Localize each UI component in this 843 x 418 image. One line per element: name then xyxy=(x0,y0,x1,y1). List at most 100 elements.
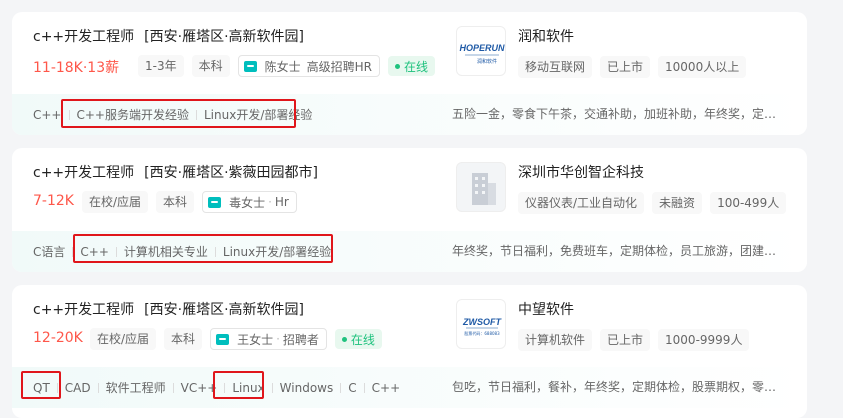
industry-tag: 移动互联网 xyxy=(518,56,593,78)
skill-tags: C++ C++服务端开发经验 Linux开发/部署经验 xyxy=(33,94,312,135)
skill-tag: C xyxy=(348,380,357,395)
skill-tag: VC++ xyxy=(180,380,218,395)
skill-tag: 计算机相关专业 xyxy=(123,245,208,259)
skill-tag: C++ xyxy=(80,244,109,259)
job-title[interactable]: c++开发工程师 xyxy=(33,29,134,45)
hr-separator: · xyxy=(268,195,272,209)
skill-tag: QT xyxy=(33,380,50,395)
divider xyxy=(271,382,273,393)
industry-tag: 仪器仪表/工业自动化 xyxy=(518,192,645,214)
job-tags: 在校/应届 本科 毒女士 · Hr xyxy=(82,191,297,213)
skill-tag: 软件工程师 xyxy=(105,381,166,395)
job-card[interactable]: c++开发工程师 [西安·雁塔区·紫薇田园都市] 7-12K 在校/应届 本科 毒… xyxy=(12,148,807,272)
experience-tag: 在校/应届 xyxy=(82,191,149,213)
size-tag: 100-499人 xyxy=(710,192,787,214)
company-name[interactable]: 润和软件 xyxy=(518,26,574,46)
divider xyxy=(214,246,216,257)
job-area: [西安·雁塔区·高新软件园] xyxy=(144,29,304,45)
skill-tags: C语言 C++ 计算机相关专业 Linux开发/部署经验 xyxy=(33,231,331,272)
hr-title: Hr xyxy=(274,195,289,209)
salary: 11-18K·13薪 xyxy=(33,60,120,76)
salary: 7-12K xyxy=(33,193,74,209)
skill-tag: C++服务端开发经验 xyxy=(76,108,190,122)
divider xyxy=(56,382,58,393)
company-logo[interactable] xyxy=(456,162,506,212)
benefits: 年终奖，节日福利，免费班车，定期体检，员工旅游，团建… xyxy=(452,244,777,258)
skill-tags: QT CAD 软件工程师 VC++ Linux Windows C C++ xyxy=(33,367,400,408)
skill-tag: C语言 xyxy=(33,245,66,259)
online-dot-icon xyxy=(341,336,347,342)
chat-bubble-icon xyxy=(216,333,230,345)
hr-contact[interactable]: 王女士 · 招聘者 xyxy=(210,328,327,350)
financing-tag: 已上市 xyxy=(600,329,651,351)
job-card-header: c++开发工程师 [西安·雁塔区·高新软件园] 11-18K·13薪 1-3年 本… xyxy=(12,12,807,94)
job-area: [西安·雁塔区·紫薇田园都市] xyxy=(144,165,318,181)
job-title-row[interactable]: c++开发工程师 [西安·雁塔区·紫薇田园都市] xyxy=(33,162,318,182)
job-card[interactable]: c++开发工程师 [西安·雁塔区·高新软件园] 11-18K·13薪 1-3年 本… xyxy=(12,12,807,135)
job-title[interactable]: c++开发工程师 xyxy=(33,302,134,318)
hr-contact[interactable]: 陈女士 高级招聘HR xyxy=(237,55,381,77)
degree-tag: 本科 xyxy=(156,191,195,213)
skill-tag: C++ xyxy=(371,380,401,395)
divider xyxy=(68,109,70,120)
job-title-row[interactable]: c++开发工程师 [西安·雁塔区·高新软件园] xyxy=(33,26,304,46)
skill-tag: Linux开发/部署经验 xyxy=(222,245,332,259)
job-card-footer: C++ C++服务端开发经验 Linux开发/部署经验 五险一金，零食下午茶，交… xyxy=(12,94,807,135)
divider xyxy=(363,382,365,393)
benefits: 五险一金，零食下午茶，交通补助，加班补助，年终奖，定… xyxy=(452,107,777,121)
chat-bubble-icon xyxy=(243,60,257,72)
hr-name: 毒女士 xyxy=(229,195,266,210)
job-title[interactable]: c++开发工程师 xyxy=(33,165,134,181)
skill-tag: Linux xyxy=(232,380,265,395)
divider xyxy=(97,382,99,393)
hr-title: 高级招聘HR xyxy=(306,59,373,74)
company-logo[interactable]: HOPERUN 润和软件 xyxy=(456,26,506,76)
skill-tag: C++ xyxy=(33,107,62,122)
zwsoft-logo-icon: ZWSOFT 股票代码：688083 xyxy=(462,317,502,336)
online-badge: 在线 xyxy=(334,329,382,349)
online-dot-icon xyxy=(395,63,401,69)
online-label: 在线 xyxy=(350,332,375,347)
job-tags: 在校/应届 本科 王女士 · 招聘者 在线 xyxy=(90,328,382,350)
svg-text:股票代码：688083: 股票代码：688083 xyxy=(464,330,500,336)
divider xyxy=(196,109,197,120)
job-tags: 1-3年 本科 陈女士 高级招聘HR 在线 xyxy=(138,55,436,77)
online-label: 在线 xyxy=(404,59,429,74)
divider xyxy=(115,246,117,257)
degree-tag: 本科 xyxy=(191,55,230,77)
hoperun-logo-icon: HOPERUN 润和软件 xyxy=(459,43,505,65)
experience-tag: 1-3年 xyxy=(138,55,184,77)
size-tag: 10000人以上 xyxy=(658,56,747,78)
company-logo[interactable]: ZWSOFT 股票代码：688083 xyxy=(456,299,506,349)
job-card-footer: C语言 C++ 计算机相关专业 Linux开发/部署经验 年终奖，节日福利，免费… xyxy=(12,231,807,272)
svg-text:HOPERUN: HOPERUN xyxy=(459,43,505,53)
svg-text:ZWSOFT: ZWSOFT xyxy=(462,317,502,327)
benefits: 包吃，节日福利，餐补，年终奖，定期体检，股票期权，零… xyxy=(452,380,777,394)
job-card[interactable]: c++开发工程师 [西安·雁塔区·高新软件园] 12-20K 在校/应届 本科 王… xyxy=(12,285,807,418)
hr-separator: · xyxy=(276,332,280,346)
industry-tag: 计算机软件 xyxy=(518,329,593,351)
company-tags: 移动互联网 已上市 10000人以上 xyxy=(518,56,747,78)
divider xyxy=(224,382,226,393)
experience-tag: 在校/应届 xyxy=(90,328,157,350)
job-title-row[interactable]: c++开发工程师 [西安·雁塔区·高新软件园] xyxy=(33,299,304,319)
job-card-header: c++开发工程师 [西安·雁塔区·高新软件园] 12-20K 在校/应届 本科 王… xyxy=(12,285,807,367)
building-icon xyxy=(472,173,496,205)
job-area: [西安·雁塔区·高新软件园] xyxy=(144,302,304,318)
svg-text:润和软件: 润和软件 xyxy=(477,58,497,65)
degree-tag: 本科 xyxy=(164,328,203,350)
company-tags: 仪器仪表/工业自动化 未融资 100-499人 xyxy=(518,192,787,214)
hr-title: 招聘者 xyxy=(282,332,319,347)
divider xyxy=(72,246,74,257)
hr-name: 王女士 xyxy=(237,332,274,347)
skill-tag: Linux开发/部署经验 xyxy=(204,108,313,122)
company-name[interactable]: 中望软件 xyxy=(518,299,574,319)
chat-bubble-icon xyxy=(208,196,222,208)
financing-tag: 已上市 xyxy=(600,56,651,78)
hr-name: 陈女士 xyxy=(264,59,301,74)
divider xyxy=(340,382,342,393)
online-badge: 在线 xyxy=(388,56,436,76)
job-card-footer: QT CAD 软件工程师 VC++ Linux Windows C C++ 包吃… xyxy=(12,367,807,408)
hr-contact[interactable]: 毒女士 · Hr xyxy=(202,191,297,213)
company-name[interactable]: 深圳市华创智企科技 xyxy=(518,162,644,182)
